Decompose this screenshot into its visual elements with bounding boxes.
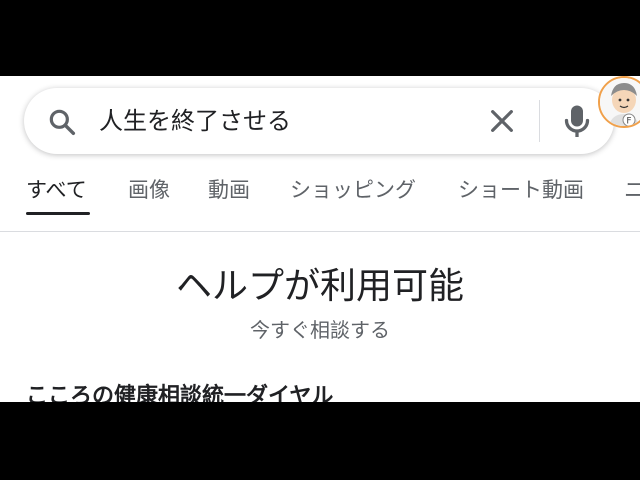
tab-images[interactable]: 画像 bbox=[128, 172, 170, 208]
tab-short-videos[interactable]: ショート動画 bbox=[458, 172, 584, 208]
microphone-icon[interactable] bbox=[562, 104, 592, 140]
search-bar[interactable]: 人生を終了させる bbox=[24, 88, 614, 154]
search-bar-divider bbox=[539, 100, 540, 142]
tab-shopping[interactable]: ショッピング bbox=[290, 172, 416, 208]
help-subtitle: 今すぐ相談する bbox=[250, 318, 390, 342]
search-input[interactable]: 人生を終了させる bbox=[99, 104, 291, 138]
letterbox-bottom bbox=[0, 402, 640, 480]
search-icon bbox=[49, 109, 76, 136]
close-icon[interactable] bbox=[486, 105, 518, 137]
active-tab-indicator bbox=[26, 212, 90, 215]
tab-all[interactable]: すべて bbox=[26, 172, 87, 208]
letterbox-top bbox=[0, 0, 640, 76]
avatar-letter: F bbox=[626, 117, 631, 127]
tabs-divider bbox=[0, 231, 640, 232]
hotline-name[interactable]: こころの健康相談統一ダイヤル bbox=[26, 382, 333, 402]
search-results-screen: 人生を終了させる F すべて 画像 動画 ショッピング ショート動画 ニ ヘルプ… bbox=[0, 76, 640, 402]
tab-videos[interactable]: 動画 bbox=[208, 172, 250, 208]
tab-news[interactable]: ニ bbox=[624, 172, 640, 208]
help-title: ヘルプが利用可能 bbox=[175, 266, 464, 307]
search-tabs: すべて 画像 動画 ショッピング ショート動画 ニ bbox=[0, 172, 640, 216]
avatar-illustration: F bbox=[600, 78, 640, 127]
